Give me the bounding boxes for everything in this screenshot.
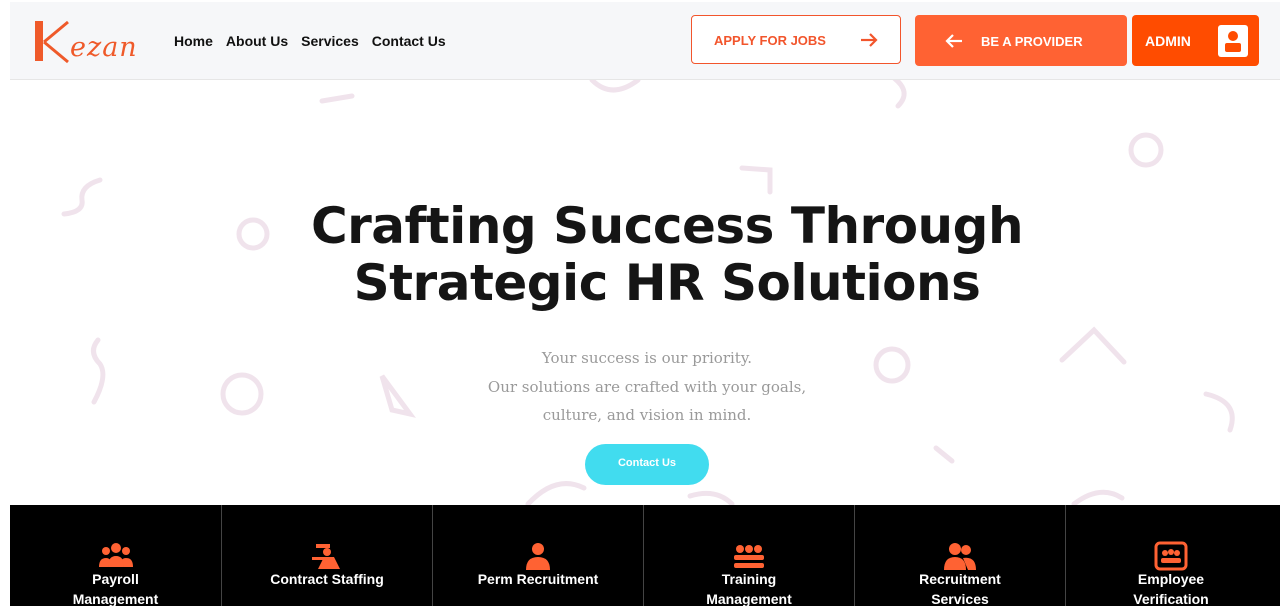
hero-title-line-2: Strategic HR Solutions: [353, 254, 981, 312]
arrow-right-icon: [861, 33, 878, 47]
apply-for-jobs-label: APPLY FOR JOBS: [714, 33, 826, 48]
service-card-employee-verification[interactable]: Employee Verification: [1065, 505, 1276, 607]
nav-home[interactable]: Home: [174, 33, 213, 49]
service-label-4a: Training: [721, 571, 777, 587]
employee-icon: [526, 543, 550, 570]
arrow-left-icon: [945, 34, 962, 48]
nav-services[interactable]: Services: [301, 33, 359, 49]
services-band: Payroll Management Contract Staffing Perm…: [10, 505, 1280, 607]
worker-icon: [312, 544, 340, 569]
logo[interactable]: ezan: [34, 18, 144, 66]
hero-title: Crafting Success Through Strategic HR So…: [240, 198, 1094, 312]
hero-subtitle-line-1: Your success is our priority.: [541, 349, 753, 367]
service-card-contract-staffing[interactable]: Contract Staffing: [221, 505, 432, 606]
logo-k-mark: [35, 20, 69, 64]
group-icon: [98, 543, 133, 567]
service-label-4b: Management: [706, 591, 792, 607]
admin-label: ADMIN: [1145, 33, 1191, 49]
site-header: ezan Home About Us Services Contact Us A…: [10, 2, 1280, 80]
service-card-training-management[interactable]: Training Management: [643, 505, 854, 607]
nav-about-us[interactable]: About Us: [226, 33, 288, 49]
service-label-6b: Verification: [1133, 591, 1209, 607]
admin-button[interactable]: ADMIN: [1132, 15, 1259, 66]
service-label-3a: Perm Recruitment: [477, 571, 599, 587]
service-label-5b: Services: [931, 591, 989, 607]
hero-subtitle-line-2: Our solutions are crafted with your goal…: [487, 377, 807, 396]
service-label-5a: Recruitment: [919, 571, 1001, 587]
people-icon: [944, 543, 976, 570]
service-label-2a: Contract Staffing: [270, 571, 384, 587]
training-icon: [734, 545, 764, 568]
hero-subtitle: Your success is our priority. Our soluti…: [400, 344, 894, 430]
logo-text: ezan: [70, 32, 138, 63]
service-card-payroll[interactable]: Payroll Management: [10, 505, 221, 607]
hero-title-line-1: Crafting Success Through: [310, 197, 1024, 255]
main-nav: Home About Us Services Contact Us: [174, 33, 446, 49]
nav-contact-us[interactable]: Contact Us: [372, 33, 446, 49]
service-card-perm-recruitment[interactable]: Perm Recruitment: [432, 505, 643, 606]
hero-subtitle-line-3: culture, and vision in mind.: [542, 406, 752, 424]
service-label-1a: Payroll: [92, 571, 139, 587]
service-label-6a: Employee: [1137, 571, 1205, 587]
contact-us-button[interactable]: Contact Us: [585, 444, 709, 485]
be-a-provider-label: BE A PROVIDER: [981, 34, 1083, 49]
user-icon: [1218, 25, 1248, 57]
be-a-provider-button[interactable]: BE A PROVIDER: [915, 15, 1127, 66]
apply-for-jobs-button[interactable]: APPLY FOR JOBS: [691, 15, 901, 64]
service-card-recruitment-services[interactable]: Recruitment Services: [854, 505, 1065, 607]
service-label-1b: Management: [72, 591, 159, 607]
verification-icon: [1154, 541, 1188, 571]
contact-us-label: Contact Us: [617, 457, 677, 469]
